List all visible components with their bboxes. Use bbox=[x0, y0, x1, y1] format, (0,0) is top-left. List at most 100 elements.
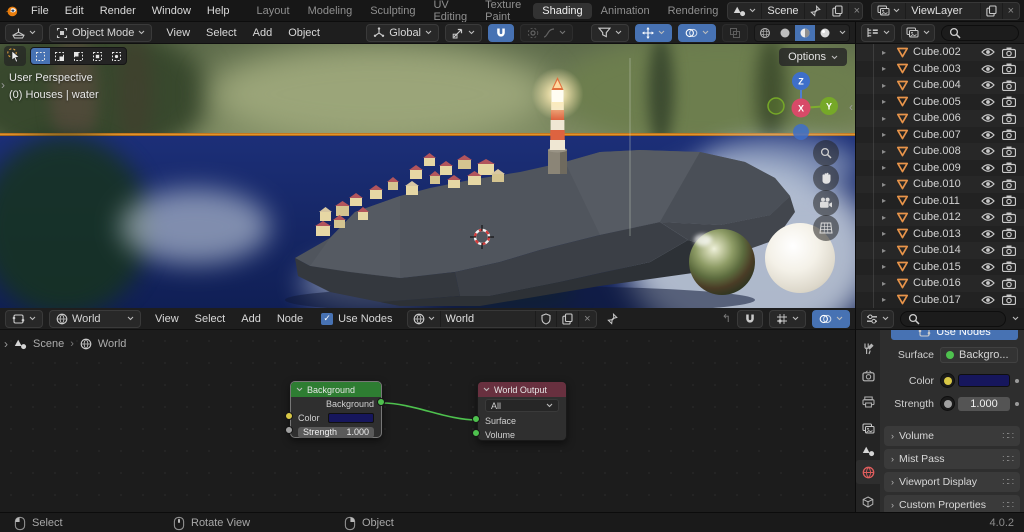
menu-file[interactable]: File bbox=[23, 3, 57, 19]
outliner-display-mode-dropdown[interactable] bbox=[861, 23, 895, 42]
outliner-item[interactable]: ▸ Cube.017 bbox=[856, 292, 1024, 309]
panel-mist-pass[interactable]: › Mist Pass ∷∷ bbox=[884, 449, 1020, 469]
use-nodes-button[interactable]: Use Nodes bbox=[891, 330, 1018, 340]
disable-in-render-toggle[interactable] bbox=[1002, 179, 1016, 190]
blender-logo-icon[interactable] bbox=[4, 4, 19, 18]
world-name-field[interactable]: World bbox=[439, 310, 536, 327]
background-node-header[interactable]: Background bbox=[291, 382, 381, 397]
new-world-button[interactable] bbox=[556, 310, 578, 327]
pan-hand-icon[interactable] bbox=[813, 165, 839, 191]
properties-search[interactable] bbox=[900, 310, 1006, 327]
grid-ortho-icon[interactable] bbox=[813, 215, 839, 241]
properties-search-input[interactable] bbox=[924, 313, 998, 324]
hide-in-viewport-toggle[interactable] bbox=[981, 195, 995, 206]
hide-in-viewport-toggle[interactable] bbox=[981, 294, 995, 305]
toolbar-expand-arrow[interactable]: › bbox=[1, 78, 5, 92]
selectability-filter-dropdown[interactable] bbox=[591, 23, 629, 42]
remove-viewlayer-button[interactable]: × bbox=[1001, 2, 1019, 19]
hide-in-viewport-toggle[interactable] bbox=[981, 146, 995, 157]
outliner-search[interactable] bbox=[941, 24, 1019, 41]
node-menu-node[interactable]: Node bbox=[269, 311, 311, 327]
node-snap-dropdown[interactable] bbox=[769, 309, 806, 328]
expand-arrow-icon[interactable]: ▸ bbox=[882, 196, 892, 205]
xray-toggle[interactable] bbox=[722, 23, 748, 42]
viewport-menu-add[interactable]: Add bbox=[245, 25, 281, 41]
gizmos-dropdown[interactable] bbox=[635, 23, 672, 42]
outliner-item[interactable]: ▸ Cube.002 bbox=[856, 44, 1024, 61]
snap-toggle[interactable] bbox=[488, 23, 514, 42]
expand-arrow-icon[interactable]: ▸ bbox=[882, 279, 892, 288]
disable-in-render-toggle[interactable] bbox=[1002, 96, 1016, 108]
hide-in-viewport-toggle[interactable] bbox=[981, 162, 995, 173]
outliner-item[interactable]: ▸ Cube.016 bbox=[856, 275, 1024, 292]
animate-decorator[interactable] bbox=[1015, 378, 1019, 383]
shading-solid-button[interactable] bbox=[775, 25, 795, 41]
color-socket[interactable] bbox=[940, 373, 955, 388]
scene-browse-button[interactable] bbox=[728, 3, 761, 19]
disable-in-render-toggle[interactable] bbox=[1002, 245, 1016, 256]
properties-options-dropdown[interactable] bbox=[1012, 316, 1019, 321]
transform-orientation-dropdown[interactable]: Global bbox=[366, 23, 439, 42]
expand-arrow-icon[interactable]: ▸ bbox=[882, 147, 892, 156]
disable-in-render-toggle[interactable] bbox=[1002, 278, 1016, 289]
hide-in-viewport-toggle[interactable] bbox=[981, 129, 995, 140]
tab-tool[interactable] bbox=[856, 336, 880, 360]
strength-input-socket[interactable] bbox=[285, 426, 293, 434]
disable-in-render-toggle[interactable] bbox=[1002, 146, 1016, 157]
disable-in-render-toggle[interactable] bbox=[1002, 162, 1016, 174]
mode-dropdown[interactable]: Object Mode bbox=[49, 23, 153, 42]
outliner-item[interactable]: ▸ Cube.013 bbox=[856, 226, 1024, 243]
overlays-dropdown[interactable] bbox=[678, 23, 716, 42]
expand-arrow-icon[interactable]: ▸ bbox=[882, 163, 892, 172]
disable-in-render-toggle[interactable] bbox=[1002, 228, 1016, 240]
parent-nodetree-button[interactable]: ↰ bbox=[722, 312, 731, 325]
surface-shader-button[interactable]: Backgro... bbox=[940, 347, 1018, 363]
menu-help[interactable]: Help bbox=[199, 3, 238, 19]
tab-world[interactable] bbox=[856, 460, 880, 484]
hide-in-viewport-toggle[interactable] bbox=[981, 63, 995, 74]
expand-arrow-icon[interactable]: ▸ bbox=[882, 180, 892, 189]
tab-render[interactable] bbox=[856, 364, 880, 388]
shading-rendered-button[interactable] bbox=[815, 25, 835, 41]
outliner-item[interactable]: ▸ Cube.012 bbox=[856, 209, 1024, 226]
workspace-tab-rendering[interactable]: Rendering bbox=[659, 3, 728, 19]
select-mode-intersect[interactable] bbox=[107, 48, 126, 64]
expand-arrow-icon[interactable]: ▸ bbox=[882, 48, 892, 57]
viewport-menu-object[interactable]: Object bbox=[280, 25, 328, 41]
disable-in-render-toggle[interactable] bbox=[1002, 294, 1016, 306]
outliner-item[interactable]: ▸ Cube.004 bbox=[856, 77, 1024, 94]
shading-wireframe-button[interactable] bbox=[755, 25, 775, 41]
tab-object[interactable] bbox=[856, 490, 880, 512]
background-node[interactable]: Background Background Color Strength 1.0… bbox=[290, 381, 382, 438]
volume-input-socket[interactable] bbox=[472, 429, 480, 437]
hide-in-viewport-toggle[interactable] bbox=[981, 245, 995, 256]
unlink-scene-button[interactable]: × bbox=[847, 2, 863, 19]
outliner-item[interactable]: ▸ Cube.011 bbox=[856, 193, 1024, 210]
select-mode-invert[interactable] bbox=[88, 48, 107, 64]
camera-view-icon[interactable] bbox=[813, 190, 839, 216]
new-scene-button[interactable] bbox=[825, 2, 848, 19]
node-editor-type-button[interactable] bbox=[5, 309, 43, 328]
sidebar-expand-arrow[interactable]: ‹ bbox=[849, 100, 853, 114]
outliner-filter-dropdown[interactable] bbox=[901, 23, 935, 42]
disable-in-render-toggle[interactable] bbox=[1002, 212, 1016, 223]
color-input-socket[interactable] bbox=[285, 412, 293, 420]
hide-in-viewport-toggle[interactable] bbox=[981, 80, 995, 91]
world-color-swatch[interactable] bbox=[958, 374, 1010, 387]
outliner-item[interactable]: ▸ Cube.014 bbox=[856, 242, 1024, 259]
menu-render[interactable]: Render bbox=[92, 3, 144, 19]
disable-in-render-toggle[interactable] bbox=[1002, 63, 1016, 75]
hide-in-viewport-toggle[interactable] bbox=[981, 47, 995, 58]
outliner-item[interactable]: ▸ Cube.008 bbox=[856, 143, 1024, 160]
fake-user-shield-icon[interactable] bbox=[535, 310, 556, 327]
properties-editor-type-button[interactable] bbox=[861, 309, 894, 328]
background-output-socket[interactable] bbox=[377, 398, 385, 406]
disable-in-render-toggle[interactable] bbox=[1002, 261, 1016, 273]
options-button[interactable]: Options bbox=[779, 48, 847, 66]
disable-in-render-toggle[interactable] bbox=[1002, 129, 1016, 141]
disable-in-render-toggle[interactable] bbox=[1002, 195, 1016, 207]
disable-in-render-toggle[interactable] bbox=[1002, 113, 1016, 124]
workspace-tab-texture-paint[interactable]: Texture Paint bbox=[476, 0, 533, 25]
node-overlays-dropdown[interactable] bbox=[812, 309, 850, 328]
workspace-tab-shading[interactable]: Shading bbox=[533, 2, 592, 19]
